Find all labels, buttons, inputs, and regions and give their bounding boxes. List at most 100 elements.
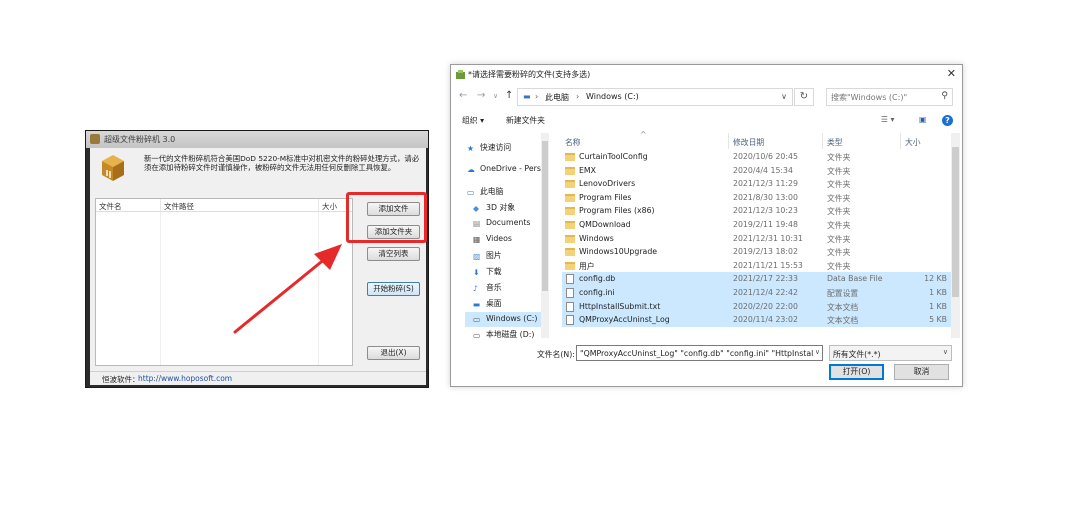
computer-icon: ▬ xyxy=(523,92,531,101)
file-row[interactable]: config.db 2021/2/17 22:33 Data Base File 12… xyxy=(562,272,951,286)
folder-icon xyxy=(565,153,575,161)
file-row[interactable]: QMProxyAccUninst_Log 2020/11/4 23:02 文本文档 5… xyxy=(562,313,951,327)
nav-windows-c[interactable]: ▭ Windows (C:) xyxy=(465,312,541,327)
file-list-header: 名称 ^ 修改日期 类型 大小 xyxy=(562,130,952,149)
nav-videos[interactable]: ▦ Videos xyxy=(473,234,512,249)
recent-dropdown-icon[interactable]: ∨ xyxy=(493,92,498,100)
nav-label: 音乐 xyxy=(486,283,502,292)
dialog-title: *请选择需要粉碎的文件(支持多选) xyxy=(468,70,591,79)
up-arrow-icon[interactable]: ↑ xyxy=(505,90,513,101)
file-name: CurtainToolConfig xyxy=(579,152,648,161)
new-folder-button[interactable]: 新建文件夹 xyxy=(506,115,545,126)
column-separator xyxy=(728,133,729,149)
col-date-modified[interactable]: 修改日期 xyxy=(733,137,764,148)
computer-icon: ▭ xyxy=(467,188,475,197)
file-name: config.db xyxy=(579,274,616,284)
nav-pictures[interactable]: ▨ 图片 xyxy=(473,250,502,265)
column-separator xyxy=(160,199,161,212)
file-list-scrollbar[interactable] xyxy=(951,133,960,338)
start-shred-button[interactable]: 开始粉碎(S) xyxy=(367,282,420,296)
clear-list-button[interactable]: 清空列表 xyxy=(367,247,420,261)
list-scroll-thumb[interactable] xyxy=(952,147,959,297)
folder-row[interactable]: 用户 2021/11/21 15:53 文件夹 xyxy=(562,259,951,273)
folder-row[interactable]: Program Files (x86) 2021/12/3 10:23 文件夹 xyxy=(562,204,951,218)
app-titlebar: 超级文件粉碎机 3.0 xyxy=(86,131,428,148)
shredder-logo-icon xyxy=(102,155,124,181)
folder-row[interactable]: CurtainToolConfig 2020/10/6 20:45 文件夹 xyxy=(562,150,951,164)
file-list-header: 文件名 文件路径 大小 xyxy=(96,199,352,212)
filetype-select[interactable]: 所有文件(*.*) ∨ xyxy=(829,345,952,361)
folder-row[interactable]: LenovoDrivers 2021/12/3 11:29 文件夹 xyxy=(562,177,951,191)
column-separator xyxy=(318,199,319,212)
folder-row[interactable]: Windows 2021/12/31 10:31 文件夹 xyxy=(562,232,951,246)
drive-icon: ▭ xyxy=(473,315,481,324)
back-arrow-icon[interactable]: ← xyxy=(459,90,467,101)
file-size: 12 KB xyxy=(924,274,947,284)
nav-local-disk-d[interactable]: ▭ 本地磁盘 (D:) xyxy=(473,329,534,344)
file-icon xyxy=(566,288,574,298)
filetype-value: 所有文件(*.*) xyxy=(833,350,881,359)
open-button[interactable]: 打开(O) xyxy=(829,364,884,380)
search-input[interactable]: 搜索"Windows (C:)" xyxy=(831,92,907,103)
filename-input[interactable]: "QMProxyAccUninst_Log" "config.db" "conf… xyxy=(576,345,823,361)
file-type: 文件夹 xyxy=(827,261,851,271)
nav-label: Videos xyxy=(486,234,512,243)
col-file-path[interactable]: 文件路径 xyxy=(164,201,194,212)
file-type: 文件夹 xyxy=(827,180,851,190)
close-icon[interactable]: ✕ xyxy=(947,67,956,80)
col-size[interactable]: 大小 xyxy=(905,137,921,148)
nav-music[interactable]: ♪ 音乐 xyxy=(473,282,502,297)
folder-icon xyxy=(565,261,575,270)
help-icon[interactable]: ? xyxy=(942,115,953,126)
nav-label: 此电脑 xyxy=(480,187,504,196)
file-name: config.ini xyxy=(579,288,615,297)
sort-up-icon: ^ xyxy=(640,130,647,139)
breadcrumb-windows-c[interactable]: Windows (C:) xyxy=(586,92,639,101)
folder-row[interactable]: QMDownload 2019/2/11 19:48 文件夹 xyxy=(562,218,951,232)
file-row[interactable]: config.ini 2021/12/4 22:42 配置设置 1 KB xyxy=(562,286,951,300)
view-options-icon[interactable]: ☰ ▾ xyxy=(881,115,894,124)
nav-this-pc[interactable]: ▭ 此电脑 xyxy=(467,186,503,201)
search-box[interactable]: 搜索"Windows (C:)" ⚲ xyxy=(826,88,953,106)
folder-row[interactable]: Windows10Upgrade 2019/2/13 18:02 文件夹 xyxy=(562,245,951,259)
file-row[interactable]: HttpInstallSubmit.txt 2020/2/20 22:00 文本文档… xyxy=(562,299,951,314)
organize-menu[interactable]: 组织 ▾ xyxy=(462,115,484,126)
nav-onedrive[interactable]: ☁ OneDrive - Pers xyxy=(467,164,541,179)
nav-scrollbar[interactable] xyxy=(541,133,549,338)
breadcrumb-this-pc[interactable]: 此电脑 xyxy=(545,92,569,103)
nav-desktop[interactable]: ▬ 桌面 xyxy=(473,298,502,313)
address-bar[interactable]: ▬ › 此电脑 › Windows (C:) ∨ xyxy=(517,88,793,106)
folder-icon xyxy=(565,180,575,189)
folder-row[interactable]: EMX 2020/4/4 15:34 文件夹 xyxy=(562,164,951,178)
add-buttons-highlight xyxy=(346,192,427,243)
search-icon[interactable]: ⚲ xyxy=(941,91,948,101)
chevron-down-icon[interactable]: ∨ xyxy=(812,348,820,356)
nav-scroll-thumb[interactable] xyxy=(542,141,548,291)
nav-quick-access[interactable]: ★ 快速访问 xyxy=(467,142,511,157)
preview-pane-icon[interactable]: ▣ xyxy=(919,115,926,124)
chevron-down-icon[interactable]: ∨ xyxy=(781,92,787,101)
nav-3d-objects[interactable]: ◆ 3D 对象 xyxy=(473,202,515,217)
forward-arrow-icon[interactable]: → xyxy=(477,90,485,101)
folder-icon xyxy=(565,207,575,216)
col-type[interactable]: 类型 xyxy=(827,137,843,148)
col-name[interactable]: 名称 xyxy=(565,137,581,148)
refresh-icon[interactable]: ↻ xyxy=(794,88,814,106)
col-file-size[interactable]: 大小 xyxy=(322,201,337,212)
chevron-down-icon[interactable]: ∨ xyxy=(943,348,948,356)
nav-label: Documents xyxy=(486,218,531,227)
col-file-name[interactable]: 文件名 xyxy=(99,201,122,212)
website-link[interactable]: http://www.hoposoft.com xyxy=(138,374,232,383)
nav-downloads[interactable]: ⬇ 下载 xyxy=(473,266,502,281)
file-size: 1 KB xyxy=(929,288,947,297)
file-name: Program Files (x86) xyxy=(579,206,655,216)
cancel-button[interactable]: 取消 xyxy=(894,364,949,380)
folder-row[interactable]: Program Files 2021/8/30 13:00 文件夹 xyxy=(562,191,951,205)
chevron-right-icon: › xyxy=(576,92,580,101)
file-list-view: 名称 ^ 修改日期 类型 大小 CurtainToolConfig 2020/10… xyxy=(562,130,952,338)
pointer-arrow-icon xyxy=(233,244,342,334)
column-separator xyxy=(900,133,901,149)
exit-button[interactable]: 退出(X) xyxy=(367,346,420,360)
drive-icon: ▭ xyxy=(473,331,481,340)
nav-documents[interactable]: ▤ Documents xyxy=(473,218,530,233)
